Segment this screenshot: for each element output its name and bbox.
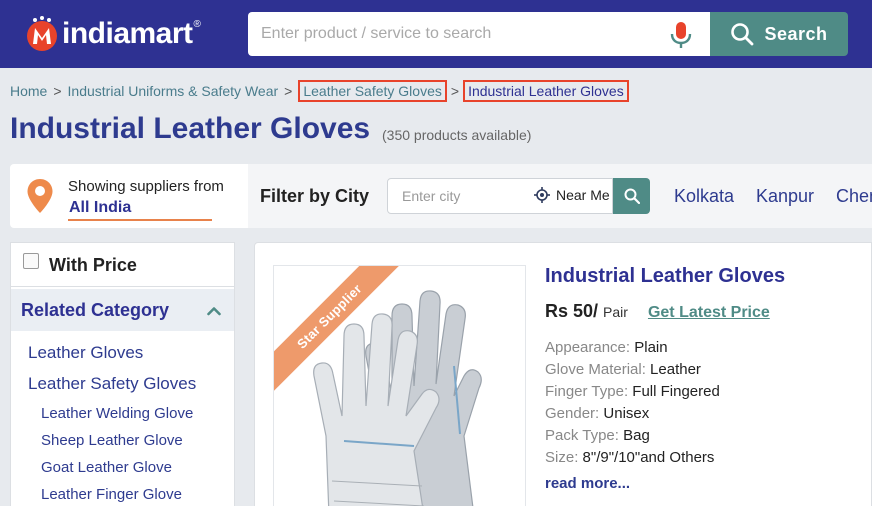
breadcrumb-current: Industrial Leather Gloves [463,80,629,102]
spec-value: Full Fingered [632,383,720,400]
city-search-button[interactable] [613,178,650,214]
indiamart-logo[interactable]: indiamart ® [24,14,201,54]
spec-key: Size [545,449,575,466]
spec-row: Finger Type: Full Fingered [545,383,720,400]
spec-key: Pack Type [545,427,615,444]
city-filter-bar: Filter by City Near Me Kolkata Kanpur Ch… [248,164,872,228]
category-leather-welding-glove[interactable]: Leather Welding Glove [41,405,193,422]
product-image[interactable]: Star Supplier [273,265,526,506]
with-price-filter[interactable]: With Price [11,243,234,287]
glove-image [313,290,482,506]
breadcrumb-separator: > [53,83,62,99]
left-sidebar: With Price Related Category Leather Glov… [10,242,235,506]
read-more-link[interactable]: read more... [545,475,630,492]
spec-row: Pack Type: Bag [545,427,650,444]
near-me-button[interactable]: Near Me [534,187,610,203]
breadcrumb: Home > Industrial Uniforms & Safety Wear… [10,80,629,102]
breadcrumb-separator: > [450,83,460,99]
breadcrumb-separator: > [284,83,293,99]
category-sheep-leather-glove[interactable]: Sheep Leather Glove [41,432,183,449]
price-row: Rs 50/ Pair Get Latest Price [545,301,770,322]
filter-by-city-label: Filter by City [260,186,370,206]
search-box [248,12,710,56]
search-icon [731,23,754,46]
category-leather-finger-glove[interactable]: Leather Finger Glove [41,486,182,503]
search-button-label: Search [764,23,828,44]
spec-value: Bag [623,427,650,444]
with-price-label: With Price [49,255,137,275]
chevron-up-icon[interactable] [207,303,221,321]
get-latest-price-link[interactable]: Get Latest Price [648,304,770,322]
spec-key: Appearance [545,339,626,356]
near-me-label: Near Me [556,187,610,203]
breadcrumb-industrial-uniforms[interactable]: Industrial Uniforms & Safety Wear [68,83,279,99]
product-title[interactable]: Industrial Leather Gloves [545,265,785,288]
spec-value: Leather [650,361,701,378]
breadcrumb-home[interactable]: Home [10,83,47,99]
city-link-kolkata[interactable]: Kolkata [674,186,734,207]
page-title: Industrial Leather Gloves [10,112,371,145]
product-specs: Appearance: Plain Glove Material: Leathe… [545,339,720,471]
spec-row: Gender: Unisex [545,405,650,422]
city-input[interactable] [388,179,528,213]
spec-row: Size: 8"/9"/10"and Others [545,449,715,466]
product-count: (350 products available) [382,127,532,143]
microphone-icon[interactable] [670,21,692,49]
city-search-box: Near Me [387,178,613,214]
registered-mark: ® [193,18,201,30]
crosshair-icon [534,187,550,203]
city-link-chennai[interactable]: Chennai [836,186,872,207]
top-header: indiamart ® Search [0,0,872,68]
category-leather-safety-gloves[interactable]: Leather Safety Gloves [28,374,196,394]
search-input[interactable] [248,12,658,56]
price-unit: Pair [603,304,628,320]
product-price: Rs 50/ [545,301,599,321]
location-panel[interactable]: Showing suppliers from All India [10,164,248,228]
spec-row: Appearance: Plain [545,339,668,356]
location-pin-icon [26,178,54,219]
logo-text: indiamart [62,17,193,50]
logo-mark-icon [24,16,60,52]
spec-value: 8"/9"/10"and Others [582,449,715,466]
spec-key: Gender [545,405,596,422]
city-link-kanpur[interactable]: Kanpur [756,186,814,207]
location-underline [68,219,212,221]
category-goat-leather-glove[interactable]: Goat Leather Glove [41,459,172,476]
search-icon [624,188,640,204]
location-value[interactable]: All India [69,199,131,217]
related-category-header[interactable]: Related Category [11,289,234,331]
search-button[interactable]: Search [710,12,848,56]
spec-value: Unisex [603,405,650,422]
related-category-title: Related Category [21,300,170,320]
spec-key: Glove Material [545,361,642,378]
spec-row: Glove Material: Leather [545,361,701,378]
spec-value: Plain [634,339,668,356]
breadcrumb-leather-safety-gloves[interactable]: Leather Safety Gloves [298,80,447,102]
product-card: Star Supplier Industrial Leather Gloves … [254,242,872,506]
location-label: Showing suppliers from [68,178,224,195]
with-price-checkbox[interactable] [23,253,39,269]
category-leather-gloves[interactable]: Leather Gloves [28,343,143,363]
spec-key: Finger Type [545,383,624,400]
